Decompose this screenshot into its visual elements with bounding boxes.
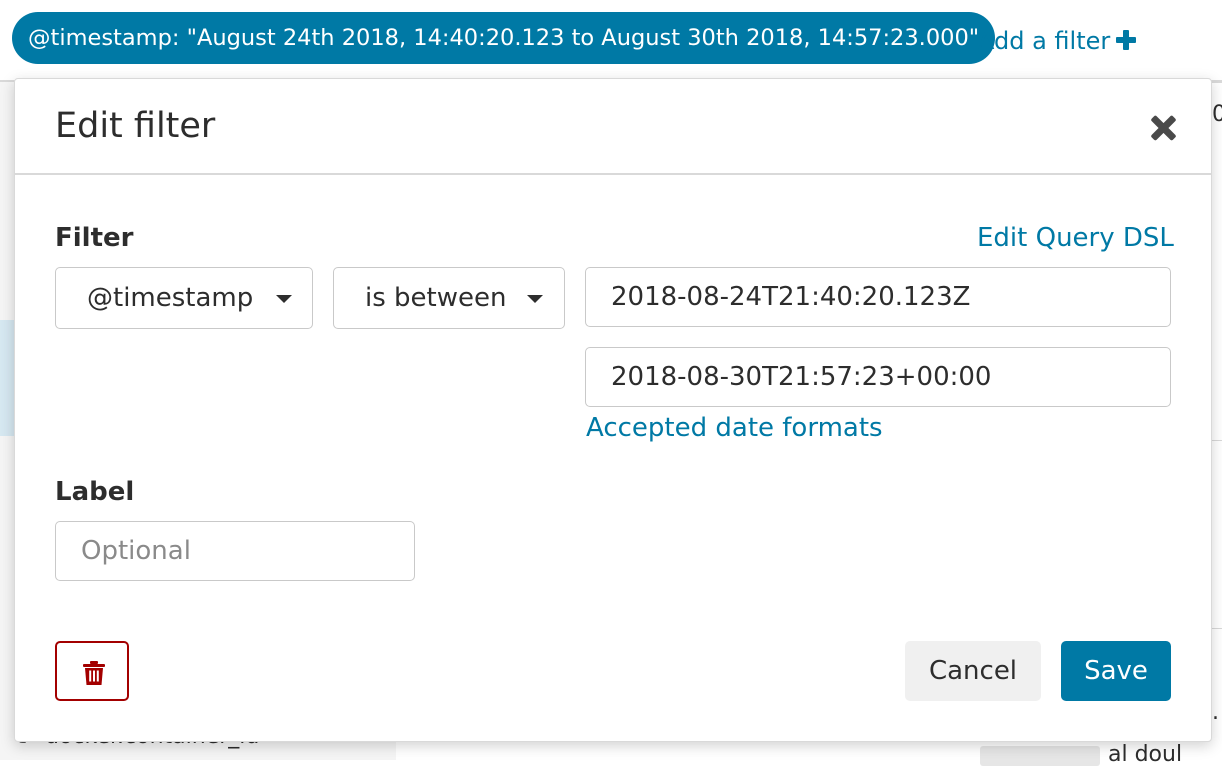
close-icon[interactable]	[1149, 113, 1179, 143]
chevron-down-icon	[527, 295, 543, 303]
save-button[interactable]: Save	[1061, 641, 1171, 701]
field-select[interactable]: @timestamp	[55, 267, 313, 329]
accepted-date-formats-link[interactable]: Accepted date formats	[586, 411, 883, 445]
add-filter-label: Add a filter	[978, 27, 1111, 55]
filter-pill-label: @timestamp: "August 24th 2018, 14:40:20.…	[28, 25, 980, 51]
dialog-header: Edit filter	[15, 79, 1211, 175]
label-input[interactable]	[55, 521, 415, 581]
operator-select[interactable]: is between	[333, 267, 565, 329]
range-to-input[interactable]	[585, 347, 1171, 407]
sidebar-highlight	[0, 320, 14, 436]
cancel-button[interactable]: Cancel	[905, 641, 1041, 701]
background-text: 0	[1212, 102, 1222, 127]
edit-query-dsl-link[interactable]: Edit Query DSL	[977, 221, 1174, 255]
range-from-input[interactable]	[585, 267, 1171, 327]
label-heading: Label	[55, 477, 135, 507]
background-text: .	[1212, 700, 1219, 725]
dialog-title: Edit filter	[55, 106, 216, 146]
chevron-down-icon	[276, 295, 292, 303]
background-text: al doul	[1108, 742, 1183, 767]
add-filter-button[interactable]: Add a filter	[978, 24, 1137, 58]
trash-icon	[83, 661, 105, 685]
edit-filter-dialog: Edit filter Filter Edit Query DSL @times…	[14, 78, 1212, 742]
delete-filter-button[interactable]	[55, 641, 129, 701]
filter-pill-timestamp[interactable]: @timestamp: "August 24th 2018, 14:40:20.…	[12, 12, 996, 64]
field-select-value: @timestamp	[87, 283, 254, 313]
background-chip	[980, 746, 1100, 766]
plus-icon	[1116, 30, 1137, 50]
filter-label: Filter	[55, 223, 134, 253]
operator-select-value: is between	[365, 283, 507, 313]
